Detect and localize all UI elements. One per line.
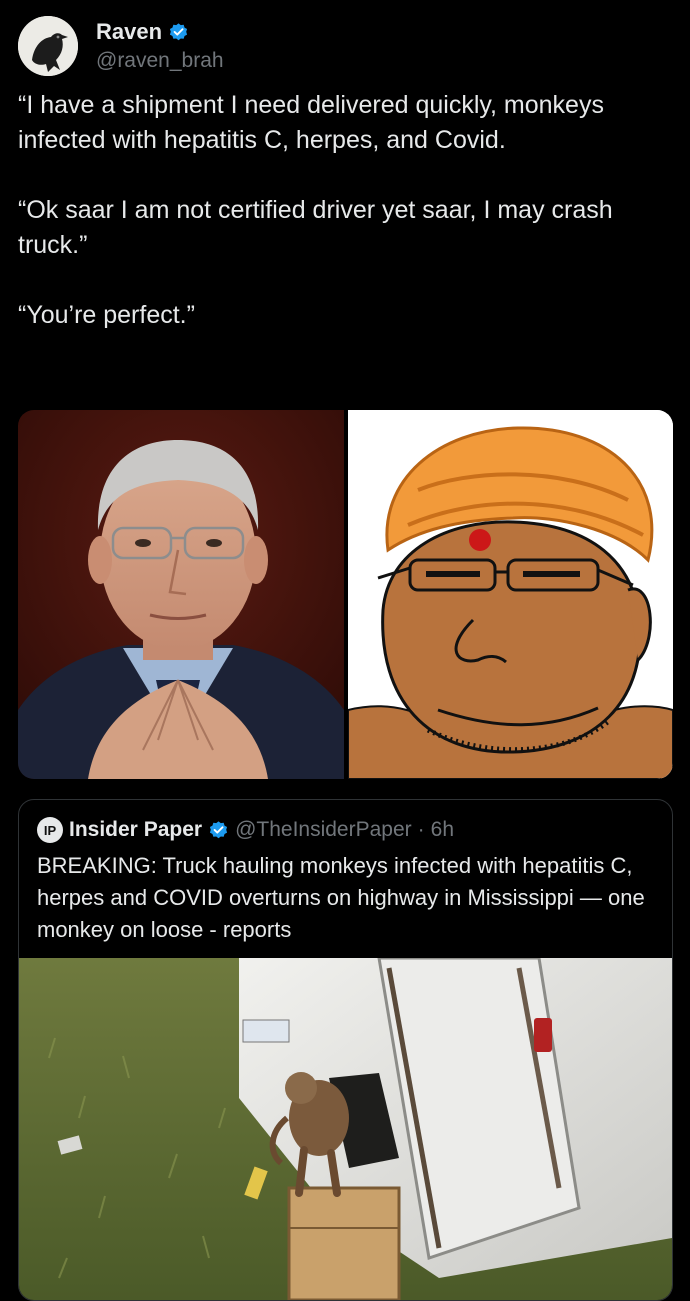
tweet-paragraph: “You’re perfect.”	[18, 301, 195, 329]
author-name[interactable]: Raven	[96, 19, 162, 45]
insider-paper-avatar-icon[interactable]: IP	[37, 817, 63, 843]
quote-author-name[interactable]: Insider Paper	[69, 818, 202, 842]
quote-author-handle[interactable]: @TheInsiderPaper	[235, 818, 412, 842]
verified-badge-icon	[208, 820, 229, 841]
tweet-header: Raven @raven_brah	[18, 14, 224, 78]
tweet-paragraph: “Ok saar I am not certified driver yet s…	[18, 196, 613, 259]
raven-avatar-icon[interactable]	[18, 16, 78, 76]
man-photo[interactable]	[18, 410, 344, 779]
quote-text: BREAKING: Truck hauling monkeys infected…	[37, 853, 645, 942]
verified-badge-icon	[168, 22, 189, 43]
quote-timestamp[interactable]: 6h	[431, 818, 454, 842]
separator-dot: ·	[417, 818, 425, 841]
overturned-truck-monkey-photo[interactable]	[19, 958, 672, 1300]
author-names: Raven @raven_brah	[96, 19, 224, 73]
tweet-media-grid	[18, 410, 673, 779]
quote-header: IP Insider Paper @TheInsiderPaper · 6h	[37, 817, 454, 843]
author-handle[interactable]: @raven_brah	[96, 49, 224, 73]
tweet-text: “I have a shipment I need delivered quic…	[18, 88, 668, 368]
quoted-tweet[interactable]: IP Insider Paper @TheInsiderPaper · 6h B…	[18, 799, 673, 1301]
tweet-paragraph: “I have a shipment I need delivered quic…	[18, 91, 604, 154]
turban-wojak-cartoon[interactable]	[348, 410, 673, 779]
